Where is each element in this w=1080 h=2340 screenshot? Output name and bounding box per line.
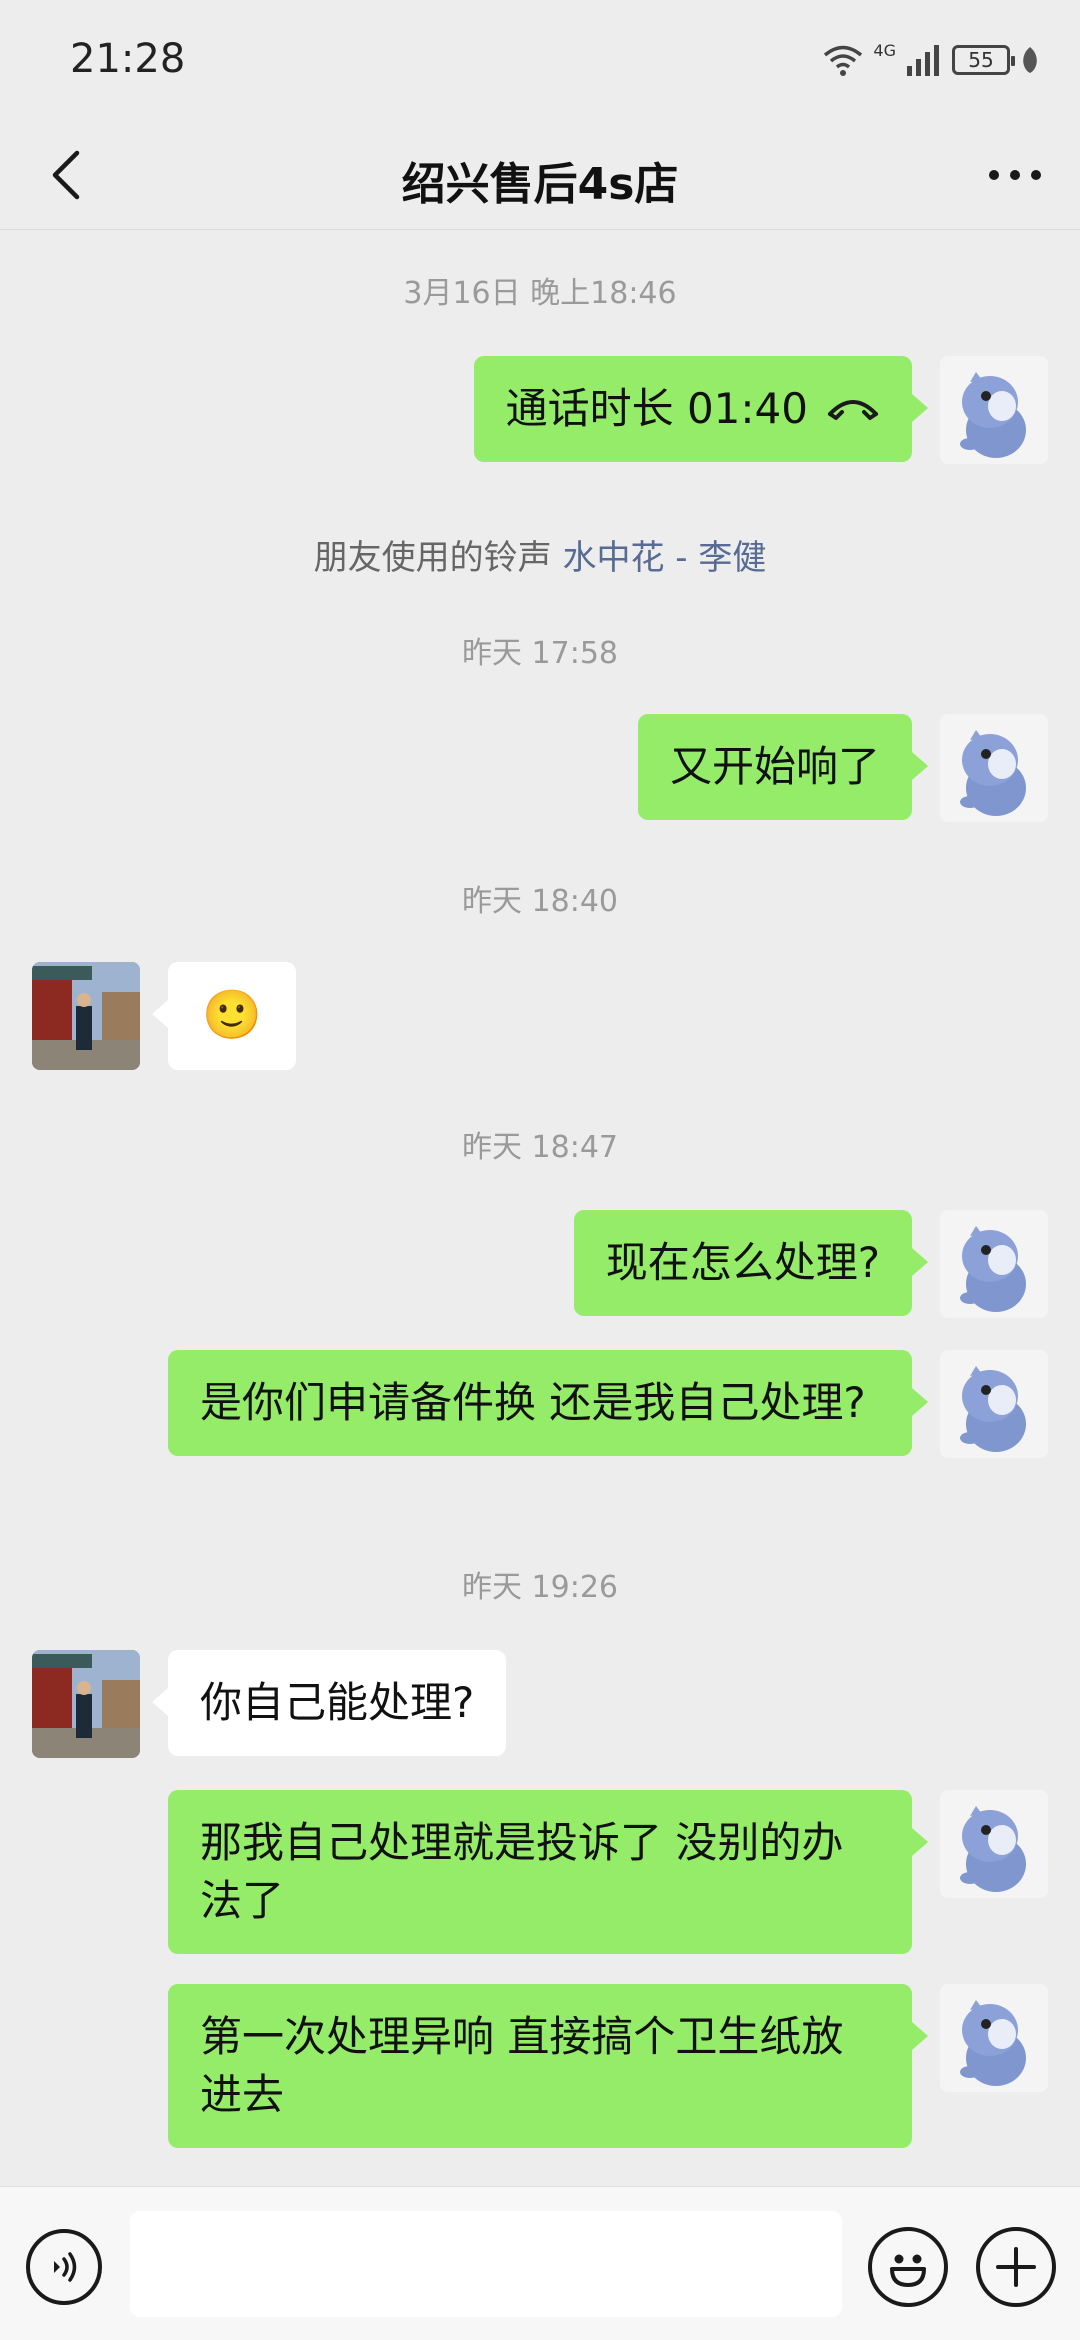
my-avatar[interactable] xyxy=(940,1350,1048,1458)
call-record-bubble[interactable]: 通话时长 01:40 xyxy=(473,356,929,462)
message-text: 是你们申请备件换 还是我自己处理? xyxy=(200,1378,866,1427)
my-avatar[interactable] xyxy=(940,356,1048,464)
timestamp: 3月16日 晚上18:46 xyxy=(403,276,677,311)
person-photo-icon xyxy=(32,1650,140,1758)
message-text: 第一次处理异响 直接搞个卫生纸放进去 xyxy=(200,2012,844,2119)
smiley-icon xyxy=(890,2254,926,2287)
message-bubble-outgoing[interactable]: 是你们申请备件换 还是我自己处理? xyxy=(168,1350,928,1456)
more-functions-button[interactable] xyxy=(976,2227,1056,2307)
cartoon-avatar-icon xyxy=(940,1984,1048,2092)
voice-icon xyxy=(54,2252,77,2282)
cartoon-avatar-icon xyxy=(940,1210,1048,1318)
cartoon-avatar-icon xyxy=(940,714,1048,822)
ringtone-prefix: 朋友使用的铃声 xyxy=(313,538,552,578)
signal-icon xyxy=(906,44,942,76)
smile-emoji: 🙂 xyxy=(202,987,262,1043)
timestamp: 昨天 18:40 xyxy=(462,884,618,919)
input-bar xyxy=(0,2186,1080,2340)
message-bubble-incoming[interactable]: 你自己能处理? xyxy=(151,1650,507,1756)
cartoon-avatar-icon xyxy=(940,1790,1048,1898)
network-label: 4G xyxy=(873,40,896,60)
ringtone-notice: 朋友使用的铃声 水中花 - 李健 xyxy=(0,530,1080,579)
plus-icon xyxy=(996,2247,1036,2287)
voice-input-button[interactable] xyxy=(26,2229,102,2305)
message-bubble-outgoing[interactable]: 第一次处理异响 直接搞个卫生纸放进去 xyxy=(168,1984,928,2148)
message-text: 你自己能处理? xyxy=(200,1678,475,1727)
wifi-icon xyxy=(823,44,863,76)
my-avatar[interactable] xyxy=(940,1984,1048,2092)
phone-hangup-icon xyxy=(828,400,878,420)
status-icons: 4G 55 xyxy=(823,40,1040,80)
my-avatar[interactable] xyxy=(940,1790,1048,1898)
chat-header: 绍兴售后4s店 xyxy=(0,120,1080,230)
timestamp: 昨天 18:47 xyxy=(462,1130,618,1165)
message-text: 现在怎么处理? xyxy=(605,1238,880,1287)
timestamp: 昨天 19:26 xyxy=(462,1570,618,1605)
message-text: 那我自己处理就是投诉了 没别的办法了 xyxy=(200,1818,844,1925)
chat-title: 绍兴售后4s店 xyxy=(401,159,679,210)
status-bar: 21:28 4G 55 xyxy=(0,0,1080,120)
call-duration-label: 通话时长 01:40 xyxy=(505,384,808,433)
cartoon-avatar-icon xyxy=(940,356,1048,464)
timestamp: 昨天 17:58 xyxy=(462,636,618,671)
message-bubble-outgoing[interactable]: 现在怎么处理? xyxy=(573,1210,929,1316)
message-bubble-incoming[interactable]: 🙂 xyxy=(152,962,296,1070)
contact-avatar[interactable] xyxy=(32,1650,140,1758)
my-avatar[interactable] xyxy=(940,1210,1048,1318)
battery-icon: 55 xyxy=(952,45,1015,75)
ringtone-song-link[interactable]: 水中花 - 李健 xyxy=(562,538,766,578)
emoji-button[interactable] xyxy=(868,2227,948,2307)
contact-avatar[interactable] xyxy=(32,962,140,1070)
battery-level: 55 xyxy=(968,48,994,72)
message-bubble-outgoing[interactable]: 那我自己处理就是投诉了 没别的办法了 xyxy=(168,1790,928,1954)
cartoon-avatar-icon xyxy=(940,1350,1048,1458)
message-bubble-outgoing[interactable]: 又开始响了 xyxy=(637,714,929,820)
leaf-icon xyxy=(1020,45,1040,75)
more-dots-icon xyxy=(989,170,1041,180)
message-text: 又开始响了 xyxy=(669,742,880,791)
my-avatar[interactable] xyxy=(940,714,1048,822)
status-time: 21:28 xyxy=(70,36,186,82)
message-input[interactable] xyxy=(130,2211,842,2317)
more-options-button[interactable] xyxy=(980,140,1050,210)
person-photo-icon xyxy=(32,962,140,1070)
